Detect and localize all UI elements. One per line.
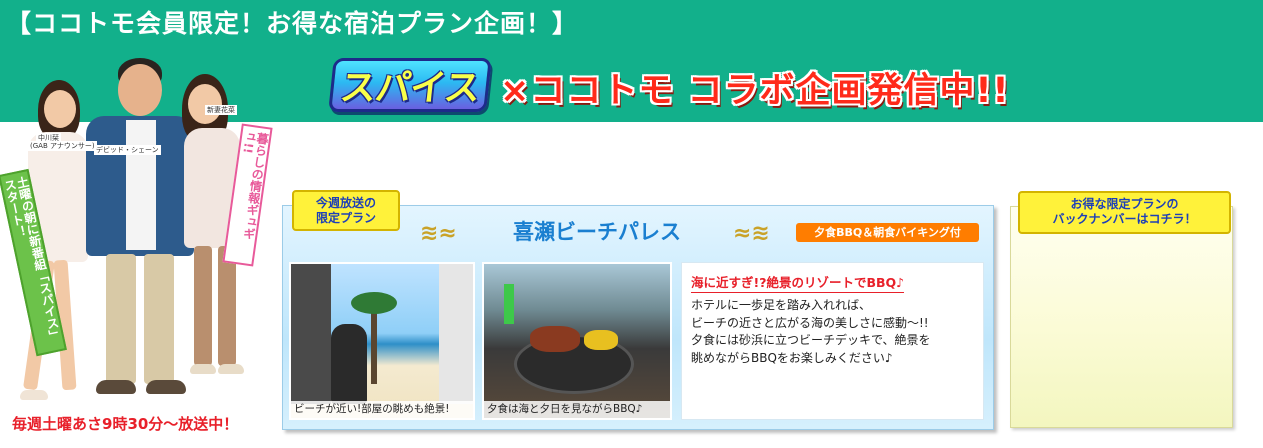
header-title: 【ココトモ会員限定！お得な宿泊プラン企画！】: [6, 9, 579, 38]
host-name-2: デビッド・シェーン: [94, 145, 161, 155]
description-line: ビーチの近さと広がる海の美しさに感動〜!!: [691, 315, 929, 330]
ornament-right-icon: ≈≋: [733, 221, 770, 246]
photo2-caption: 夕食は海と夕日を見ながらBBQ♪: [484, 401, 670, 418]
plan-description: 海に近すぎ!?絶景のリゾートでBBQ♪ ホテルに一歩足を踏み入れれば、 ビーチの…: [681, 262, 984, 420]
host-name-1-role: (GAB アナウンサー): [28, 141, 97, 151]
description-line: 夕食には砂浜に立つビーチデッキで、絶景を: [691, 333, 931, 347]
photo-beach-room[interactable]: ビーチが近い!部屋の眺めも絶景!: [289, 262, 475, 420]
couple-silhouette: [331, 324, 367, 404]
this-week-plan-tag: 今週放送の 限定プラン: [292, 190, 400, 231]
hotel-name[interactable]: 喜瀬ビーチパレス: [487, 216, 707, 246]
back-numbers-panel[interactable]: [1010, 206, 1233, 428]
this-week-plan-tag-line1: 今週放送の: [315, 196, 376, 210]
hosts-illustration: 中川栞 (GAB アナウンサー) デビッド・シェーン 新妻花菜 土曜の朝に新番組…: [0, 50, 290, 410]
description-body: ホテルに一歩足を踏み入れれば、 ビーチの近さと広がる海の美しさに感動〜!! 夕食…: [691, 297, 981, 367]
collab-headline: ×ココトモ コラボ企画発信中!!: [500, 71, 1010, 111]
description-heading: 海に近すぎ!?絶景のリゾートでBBQ♪: [691, 272, 905, 293]
this-week-plan-tag-line2: 限定プラン: [315, 211, 376, 225]
spice-logo[interactable]: スパイス: [328, 58, 492, 112]
back-numbers-line1: お得な限定プランの: [1070, 197, 1179, 211]
broadcast-time: 毎週土曜あさ9時30分〜放送中！: [12, 415, 239, 433]
back-numbers-line2: バックナンバーはコチラ！: [1052, 212, 1197, 226]
photo1-caption: ビーチが近い!部屋の眺めも絶景!: [291, 401, 473, 418]
back-numbers-link[interactable]: お得な限定プランの バックナンバーはコチラ！: [1018, 191, 1231, 234]
photo-bbq[interactable]: 夕食は海と夕日を見ながらBBQ♪: [482, 262, 672, 420]
palm-tree-icon: [371, 304, 377, 384]
meal-tag: 夕食BBQ＆朝食バイキング付: [796, 223, 979, 242]
description-line: ホテルに一歩足を踏み入れれば、: [691, 298, 872, 312]
spice-logo-text: スパイス: [338, 68, 482, 109]
host-name-3: 新妻花菜: [205, 105, 237, 115]
ornament-left-icon: ≋≈: [420, 221, 457, 246]
description-line: 眺めながらBBQをお楽しみください♪: [691, 350, 893, 365]
